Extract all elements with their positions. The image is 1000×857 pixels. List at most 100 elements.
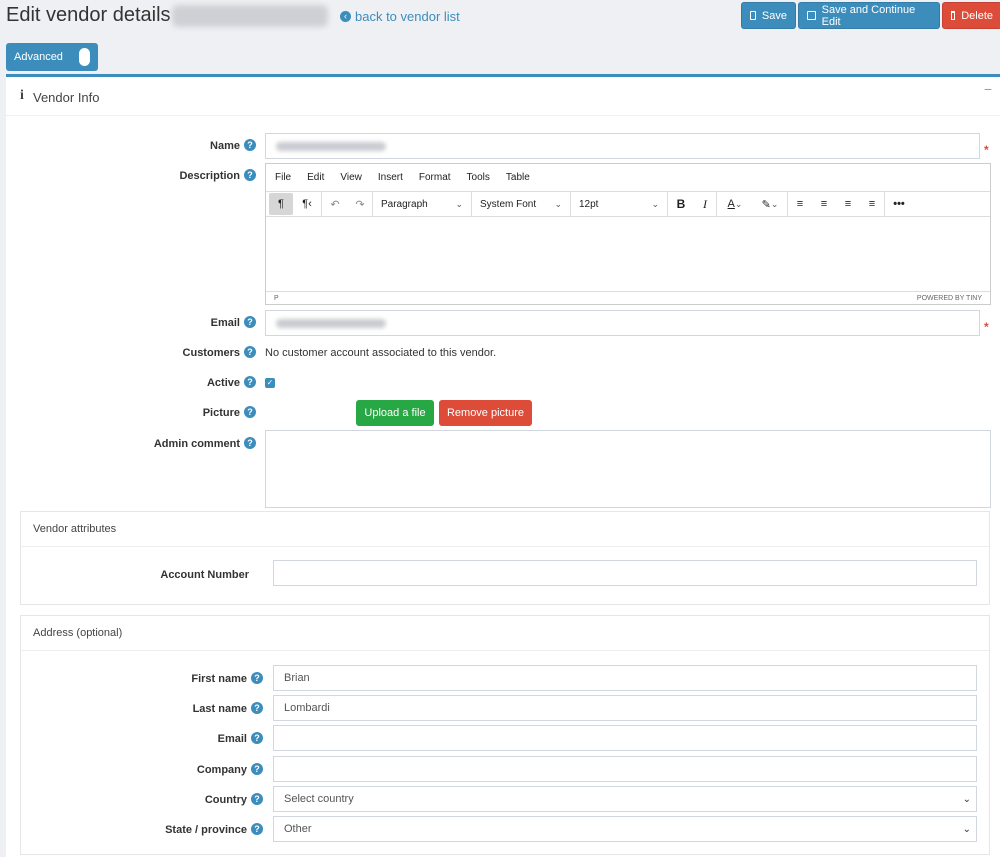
help-icon[interactable]: ?: [244, 316, 256, 328]
panel-title: Vendor Info: [33, 90, 100, 105]
editor-menubar: File Edit View Insert Format Tools Table: [266, 164, 990, 190]
italic-icon[interactable]: I: [694, 197, 716, 212]
vendor-info-panel: i Vendor Info − Name ? * Description ? F…: [6, 74, 1000, 857]
collapse-icon[interactable]: −: [984, 81, 992, 97]
state-label: State / province: [165, 824, 247, 836]
address-email-label: Email: [217, 733, 247, 745]
font-size-value: 12pt: [579, 198, 599, 210]
address-title: Address (optional): [21, 616, 989, 651]
vendor-attributes-title: Vendor attributes: [21, 512, 989, 547]
trash-icon: [951, 11, 956, 20]
font-family-value: System Font: [480, 198, 537, 210]
first-name-label: First name: [191, 673, 247, 685]
delete-button[interactable]: Delete: [942, 2, 1000, 29]
vendor-name-redacted: [172, 5, 328, 27]
help-icon[interactable]: ?: [251, 793, 263, 805]
help-icon[interactable]: ?: [251, 732, 263, 744]
floppy-disk-icon: [807, 11, 816, 20]
chevron-down-icon: ⌄: [962, 794, 971, 805]
first-name-input[interactable]: Brian: [273, 665, 977, 691]
save-button[interactable]: Save: [741, 2, 796, 29]
menu-insert[interactable]: Insert: [369, 172, 410, 183]
name-value-redacted: [276, 141, 386, 151]
rich-text-editor: File Edit View Insert Format Tools Table…: [265, 163, 991, 305]
font-family-dropdown[interactable]: System Font ⌄: [472, 199, 570, 210]
remove-picture-button[interactable]: Remove picture: [439, 400, 532, 426]
admin-comment-label: Admin comment: [153, 438, 240, 450]
name-input[interactable]: [265, 133, 980, 159]
admin-comment-textarea[interactable]: [265, 430, 991, 508]
bold-icon[interactable]: B: [668, 197, 694, 211]
help-icon[interactable]: ?: [251, 672, 263, 684]
advanced-label: Advanced: [14, 51, 63, 63]
last-name-input[interactable]: Lombardi: [273, 695, 977, 721]
customers-value: No customer account associated to this v…: [265, 347, 497, 359]
email-label: Email: [210, 317, 240, 329]
description-label: Description: [179, 170, 240, 182]
help-icon[interactable]: ?: [251, 702, 263, 714]
editor-content-area[interactable]: [266, 218, 990, 292]
rtl-icon[interactable]: ¶‹: [293, 198, 321, 210]
arrow-left-circle-icon: ‹: [340, 11, 351, 22]
align-justify-icon[interactable]: ≡: [860, 198, 884, 210]
company-label: Company: [196, 764, 247, 776]
more-icon[interactable]: •••: [885, 198, 913, 210]
menu-edit[interactable]: Edit: [298, 172, 331, 183]
align-center-icon[interactable]: ≡: [812, 198, 836, 210]
help-icon[interactable]: ?: [251, 823, 263, 835]
upload-file-button[interactable]: Upload a file: [356, 400, 434, 426]
address-card: Address (optional) First name ? Brian La…: [20, 615, 990, 855]
help-icon[interactable]: ?: [244, 169, 256, 181]
align-left-icon[interactable]: ≡: [788, 198, 812, 210]
menu-file[interactable]: File: [266, 172, 298, 183]
block-format-value: Paragraph: [381, 198, 428, 210]
help-icon[interactable]: ?: [244, 346, 256, 358]
customers-label: Customers: [182, 347, 240, 359]
info-icon: i: [20, 88, 24, 103]
email-input[interactable]: [265, 310, 980, 336]
undo-icon[interactable]: ↶: [322, 198, 348, 211]
menu-tools[interactable]: Tools: [458, 172, 497, 183]
block-format-dropdown[interactable]: Paragraph ⌄: [373, 199, 471, 210]
powered-by-tiny[interactable]: POWERED BY TINY: [917, 295, 982, 302]
help-icon[interactable]: ?: [251, 763, 263, 775]
menu-table[interactable]: Table: [497, 172, 537, 183]
chevron-down-icon: ⌄: [554, 198, 562, 209]
picture-label: Picture: [202, 407, 240, 419]
address-email-input[interactable]: [273, 725, 977, 751]
menu-view[interactable]: View: [331, 172, 369, 183]
vendor-attributes-card: Vendor attributes Account Number: [20, 511, 990, 605]
editor-statusbar: P POWERED BY TINY: [266, 291, 990, 304]
panel-header: i Vendor Info −: [6, 77, 1000, 116]
align-right-icon[interactable]: ≡: [836, 198, 860, 210]
help-icon[interactable]: ?: [244, 437, 256, 449]
menu-format[interactable]: Format: [410, 172, 458, 183]
highlight-color-icon[interactable]: ✎ ⌄: [753, 198, 787, 211]
save-continue-button[interactable]: Save and Continue Edit: [798, 2, 940, 29]
email-value-redacted: [276, 318, 386, 328]
save-button-label: Save: [761, 9, 787, 22]
country-selected-value: Select country: [284, 793, 354, 805]
active-checkbox[interactable]: ✓: [265, 378, 275, 388]
back-to-vendor-list-link[interactable]: ‹ back to vendor list: [340, 9, 460, 24]
state-select[interactable]: Other ⌄: [273, 816, 977, 842]
redo-icon[interactable]: ↷: [348, 198, 372, 211]
account-number-label: Account Number: [160, 569, 249, 581]
help-icon[interactable]: ?: [244, 139, 256, 151]
delete-button-label: Delete: [961, 9, 993, 22]
last-name-label: Last name: [192, 703, 247, 715]
editor-toolbar: ¶ ¶‹ ↶ ↷ Paragraph ⌄ System Font ⌄ 12pt …: [266, 191, 990, 217]
font-size-dropdown[interactable]: 12pt ⌄: [571, 199, 667, 210]
help-icon[interactable]: ?: [244, 376, 256, 388]
advanced-toggle[interactable]: Advanced: [6, 43, 98, 71]
company-input[interactable]: [273, 756, 977, 782]
help-icon[interactable]: ?: [244, 406, 256, 418]
chevron-down-icon: ⌄: [962, 824, 971, 835]
account-number-input[interactable]: [273, 560, 977, 586]
required-marker: *: [984, 320, 989, 334]
country-select[interactable]: Select country ⌄: [273, 786, 977, 812]
text-color-icon[interactable]: A ⌄: [717, 198, 753, 210]
ltr-icon[interactable]: ¶: [269, 193, 293, 215]
back-link-text: back to vendor list: [355, 9, 460, 24]
name-label: Name: [210, 140, 240, 152]
